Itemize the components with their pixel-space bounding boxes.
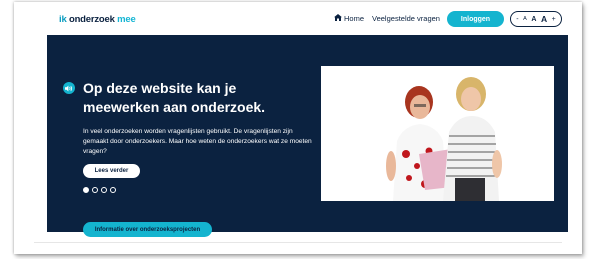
font-increase-button[interactable]: + <box>552 16 556 23</box>
top-navigation: ik onderzoek mee Home Veelgestelde vrage… <box>14 2 582 32</box>
nav-home-label: Home <box>344 14 365 23</box>
slide-dot-2[interactable] <box>92 187 98 193</box>
site-logo[interactable]: ik onderzoek mee <box>59 14 136 25</box>
slide-indicators <box>83 187 116 193</box>
font-size-medium[interactable]: A <box>531 16 536 23</box>
project-info-button[interactable]: Informatie over onderzoeksprojecten <box>83 222 212 237</box>
logo-part-mee: mee <box>114 14 136 25</box>
font-decrease-button[interactable]: - <box>516 16 518 23</box>
speaker-icon[interactable] <box>63 82 75 94</box>
hero-description: In veel onderzoeken worden vragenlijsten… <box>83 128 312 155</box>
logo-part-onderzoek: onderzoek <box>68 14 115 25</box>
login-button[interactable]: Inloggen <box>447 11 504 27</box>
slide-dot-4[interactable] <box>110 187 116 193</box>
font-size-large[interactable]: A <box>541 14 547 24</box>
hero-banner: Op deze website kan je meewerken aan ond… <box>47 35 568 232</box>
slide-dot-3[interactable] <box>101 187 107 193</box>
nav-faq-link[interactable]: Veelgestelde vragen <box>372 14 440 23</box>
read-more-button[interactable]: Lees verder <box>83 164 140 178</box>
nav-home-link[interactable]: Home <box>334 14 364 23</box>
divider <box>34 242 562 243</box>
hero-photo <box>321 66 554 201</box>
font-size-small[interactable]: A <box>523 16 527 22</box>
hero-headline: Op deze website kan je meewerken aan ond… <box>83 80 266 115</box>
home-icon <box>334 14 342 23</box>
slide-dot-1[interactable] <box>83 187 89 193</box>
font-size-control: - A A A + <box>510 11 562 27</box>
logo-part-ik: ik <box>59 14 69 25</box>
page-frame: ik onderzoek mee Home Veelgestelde vrage… <box>14 2 582 254</box>
